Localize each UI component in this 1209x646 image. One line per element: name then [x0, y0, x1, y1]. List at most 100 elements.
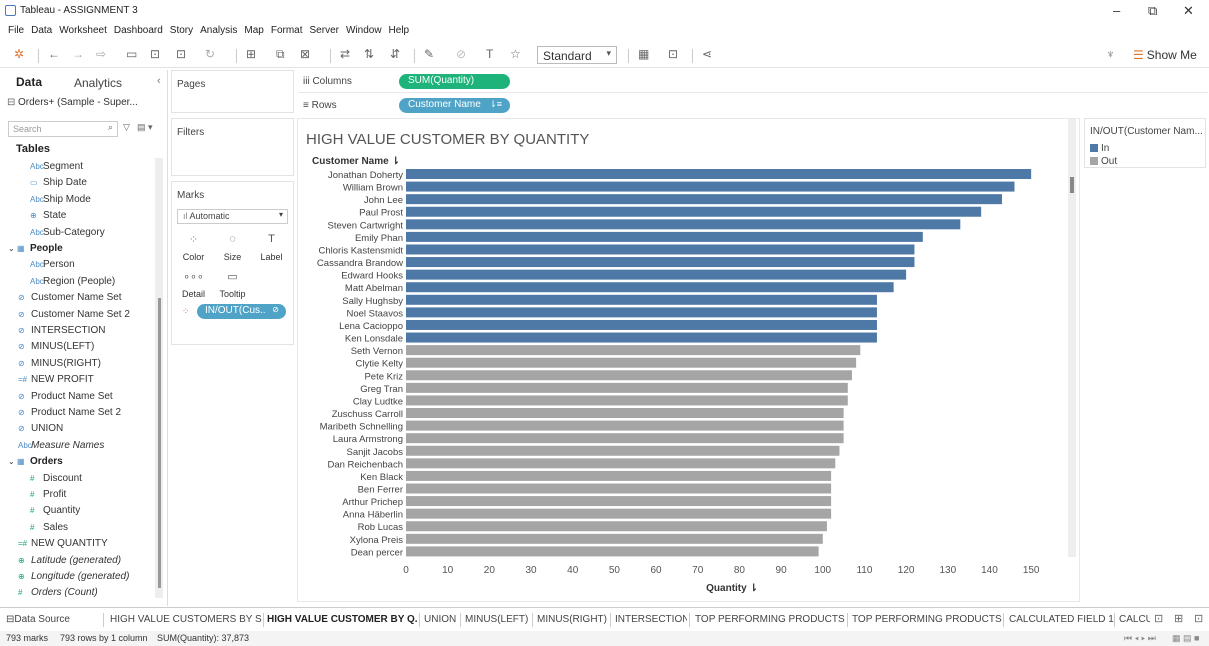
- tooltip-button[interactable]: ▭ Tooltip: [216, 266, 249, 301]
- bar[interactable]: [406, 470, 832, 481]
- field-search-input[interactable]: Search: [8, 121, 118, 137]
- collapse-pane-icon[interactable]: ‹: [157, 75, 161, 87]
- sort-ascending-icon[interactable]: ⇅: [364, 47, 374, 61]
- field-item[interactable]: # Orders (Count): [18, 587, 98, 603]
- field-item[interactable]: # Profit: [30, 489, 66, 505]
- chevron-down-icon[interactable]: ⌄: [8, 457, 17, 466]
- bar[interactable]: [406, 546, 819, 557]
- tab-sheet[interactable]: TOP PERFORMING PRODUCTS ...: [695, 608, 845, 631]
- bar[interactable]: [406, 357, 857, 368]
- legend-item-out[interactable]: Out: [1090, 156, 1117, 167]
- undo-icon[interactable]: ←: [48, 47, 60, 61]
- new-dashboard-tab-icon[interactable]: ⊞: [1174, 612, 1183, 625]
- field-item[interactable]: =# NEW PROFIT: [18, 374, 94, 390]
- new-worksheet-tab-icon[interactable]: ⊡: [1154, 612, 1163, 625]
- search-icon[interactable]: ⌕: [108, 122, 113, 133]
- menu-window[interactable]: Window: [346, 25, 382, 36]
- bar[interactable]: [406, 206, 982, 217]
- menu-file[interactable]: File: [8, 25, 24, 36]
- menu-format[interactable]: Format: [271, 25, 303, 36]
- bar[interactable]: [406, 231, 923, 242]
- field-item[interactable]: ⊘ Product Name Set 2: [18, 407, 121, 423]
- field-item[interactable]: AbcPerson: [30, 259, 75, 275]
- field-item[interactable]: ⊕ Latitude (generated): [18, 555, 121, 571]
- menu-map[interactable]: Map: [244, 25, 263, 36]
- folder-orders[interactable]: ⌄ ▦ Orders: [8, 456, 63, 472]
- columns-shelf[interactable]: iii Columns SUM(Quantity): [298, 70, 1208, 93]
- field-item[interactable]: # Sales: [30, 522, 68, 538]
- tab-data-source[interactable]: ⊟Data Source: [6, 608, 102, 631]
- swap-icon[interactable]: ⊞: [246, 47, 256, 61]
- field-item[interactable]: AbcShip Mode: [30, 194, 91, 210]
- field-item[interactable]: ⊕ State: [30, 210, 66, 226]
- tab-sheet[interactable]: MINUS(RIGHT): [537, 608, 609, 631]
- fit-dropdown[interactable]: Standard ▾: [537, 46, 617, 64]
- label-button[interactable]: T Label: [255, 229, 288, 264]
- size-button[interactable]: ◌ Size: [216, 229, 249, 264]
- folder-people[interactable]: ⌄ ▦ People: [8, 243, 63, 259]
- legend-title[interactable]: IN/OUT(Customer Nam...: [1090, 126, 1205, 137]
- bar[interactable]: [406, 169, 1032, 179]
- bar[interactable]: [406, 445, 840, 456]
- close-button[interactable]: ✕: [1183, 3, 1194, 19]
- field-item[interactable]: ▭ Ship Date: [30, 177, 87, 193]
- bar[interactable]: [406, 521, 827, 532]
- bar[interactable]: [406, 496, 832, 507]
- datasource-name[interactable]: Orders+ (Sample - Super...: [18, 97, 138, 108]
- bar[interactable]: [406, 332, 877, 343]
- field-item[interactable]: AbcSub-Category: [30, 227, 105, 243]
- bar[interactable]: [406, 382, 848, 393]
- field-item[interactable]: # Discount: [30, 473, 82, 489]
- view-options-icon[interactable]: ▤ ▾: [137, 122, 153, 133]
- menu-dashboard[interactable]: Dashboard: [114, 25, 163, 36]
- field-item[interactable]: AbcMeasure Names: [18, 440, 104, 456]
- tab-sheet[interactable]: CALCULATED FIELD 1: [1009, 608, 1119, 631]
- bar[interactable]: [406, 257, 915, 268]
- field-item[interactable]: ⊘ MINUS(RIGHT): [18, 358, 101, 374]
- field-item[interactable]: ⊘ Customer Name Set: [18, 292, 122, 308]
- sort-descending-icon[interactable]: ⇵: [390, 47, 400, 61]
- color-button[interactable]: ⁘ Color: [177, 229, 210, 264]
- tab-sheet[interactable]: HIGH VALUE CUSTOMERS BY S...: [110, 608, 262, 631]
- rows-shelf[interactable]: ≡ Rows Customer Name ⇂≡: [298, 94, 1208, 117]
- bar[interactable]: [406, 508, 832, 519]
- bar[interactable]: [406, 294, 877, 305]
- tab-sheet[interactable]: CALCU: [1119, 608, 1150, 631]
- view-mode-icons[interactable]: ▦ ▤ ■: [1172, 633, 1199, 644]
- presentation-icon[interactable]: ⊡: [668, 47, 678, 61]
- field-item[interactable]: # Quantity: [30, 505, 80, 521]
- show-me-button[interactable]: ☰ Show Me: [1133, 48, 1197, 62]
- group-icon[interactable]: ⊘: [456, 47, 466, 61]
- tab-analytics[interactable]: Analytics: [74, 76, 122, 90]
- menu-server[interactable]: Server: [310, 25, 339, 36]
- share-icon[interactable]: ⋖: [702, 47, 712, 61]
- save-icon[interactable]: ▭: [126, 47, 137, 61]
- menu-story[interactable]: Story: [170, 25, 193, 36]
- bar[interactable]: [406, 533, 823, 544]
- new-story-tab-icon[interactable]: ⊡: [1194, 612, 1203, 625]
- field-item[interactable]: ⊘ UNION: [18, 423, 63, 439]
- tab-sheet[interactable]: MINUS(LEFT): [465, 608, 531, 631]
- bar[interactable]: [406, 408, 844, 419]
- bar[interactable]: [406, 345, 861, 356]
- field-item[interactable]: ⊘ Customer Name Set 2: [18, 309, 130, 325]
- legend-item-in[interactable]: In: [1090, 143, 1109, 154]
- pin-icon[interactable]: ☆: [510, 47, 521, 61]
- bar[interactable]: [406, 420, 844, 431]
- show-labels-icon[interactable]: T: [486, 47, 493, 61]
- filters-shelf[interactable]: Filters: [171, 118, 294, 176]
- color-field-pill[interactable]: IN/OUT(Cus.. ⊘: [197, 304, 286, 319]
- highlight-icon[interactable]: ✎: [424, 47, 434, 61]
- data-pane-scrollbar[interactable]: [155, 158, 163, 598]
- bar[interactable]: [406, 483, 832, 494]
- sheet-navigation-icon[interactable]: ⏮ ◂ ▸ ⏭: [1124, 633, 1156, 644]
- tab-sheet[interactable]: TOP PERFORMING PRODUCTS ...: [852, 608, 1002, 631]
- new-datasource-icon[interactable]: ⊡: [150, 47, 160, 61]
- bar[interactable]: [406, 395, 848, 406]
- menu-help[interactable]: Help: [389, 25, 410, 36]
- minimize-button[interactable]: –: [1113, 3, 1120, 18]
- chevron-down-icon[interactable]: ⌄: [8, 244, 17, 253]
- bar[interactable]: [406, 181, 1015, 192]
- bar[interactable]: [406, 370, 852, 381]
- bar[interactable]: [406, 244, 915, 255]
